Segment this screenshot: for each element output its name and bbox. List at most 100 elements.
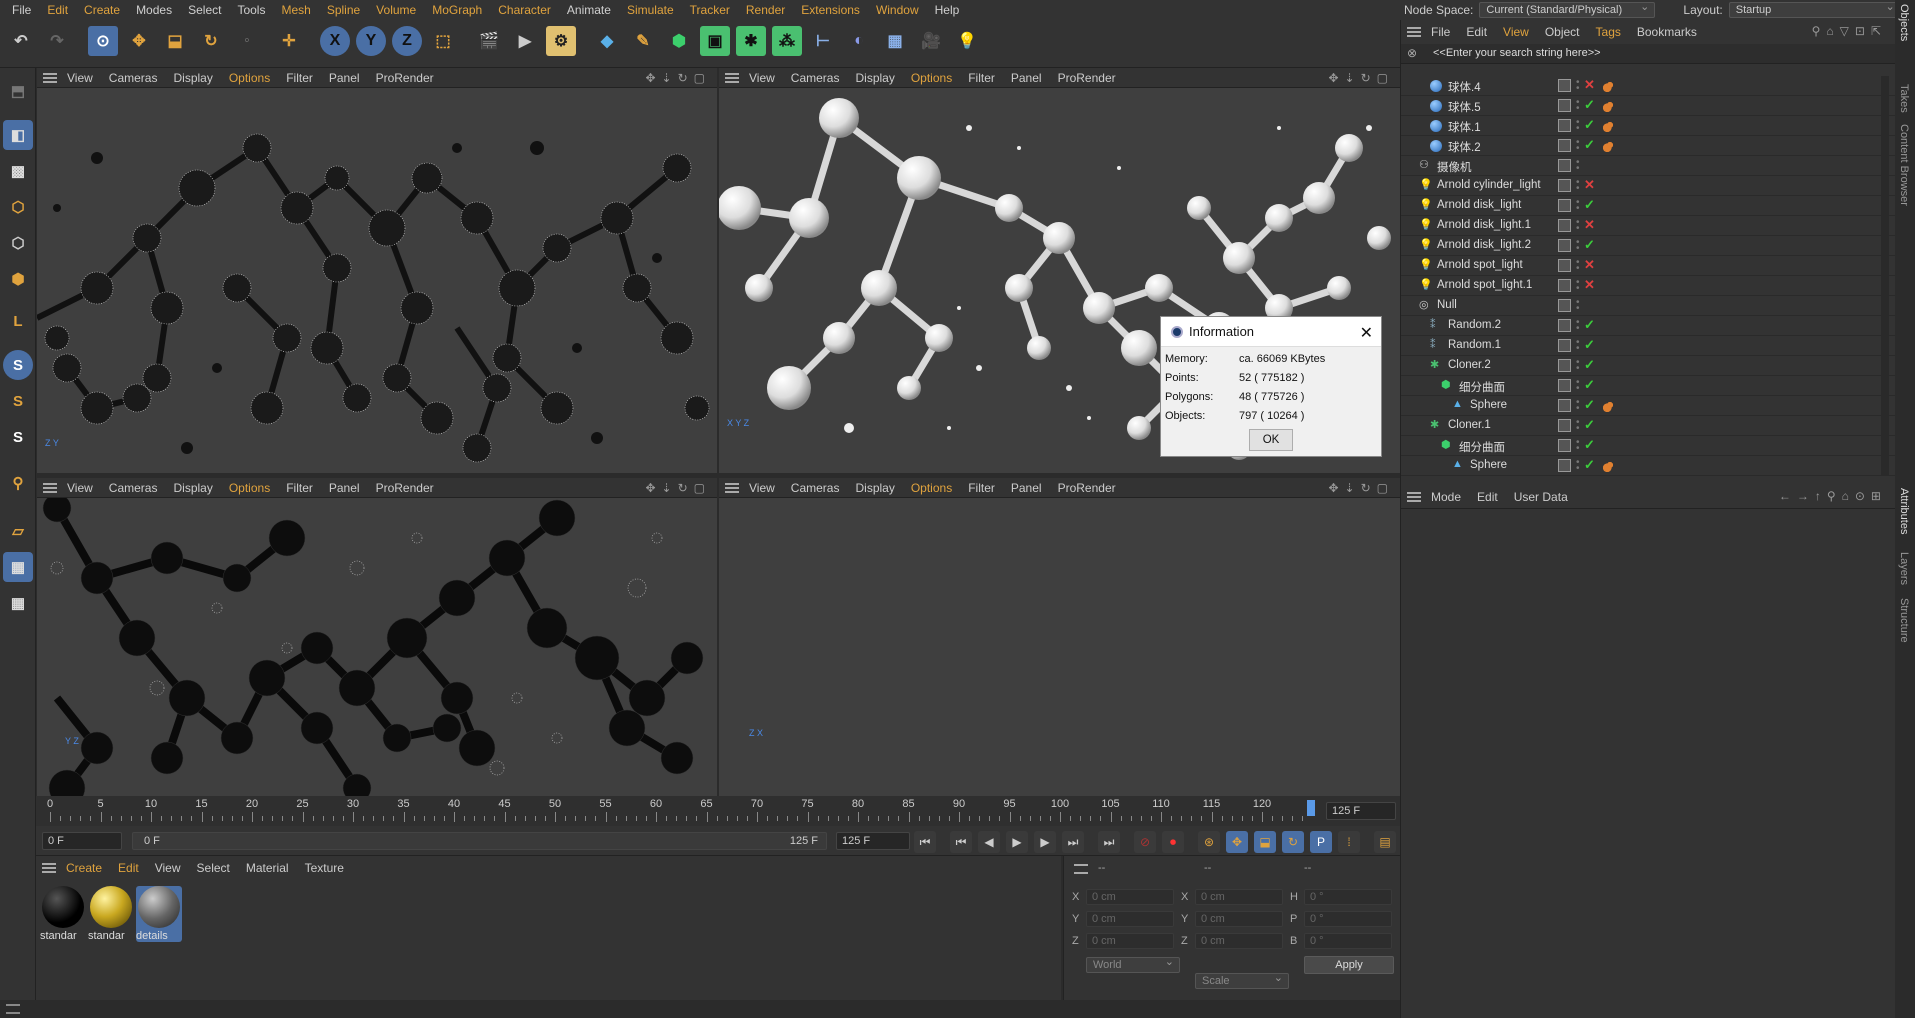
vp-menu-panel[interactable]: Panel (329, 481, 360, 495)
tab-objects[interactable]: Objects (1898, 4, 1910, 41)
timeline-playhead[interactable] (1307, 800, 1315, 816)
render-view-icon[interactable]: 🎬 (474, 26, 504, 56)
object-list-scrollbar[interactable] (1881, 76, 1889, 476)
viewport-top-left[interactable]: View Cameras Display Options Filter Pane… (37, 68, 717, 473)
vp-menu-display[interactable]: Display (855, 481, 894, 495)
end-frame-field[interactable]: 125 F (1326, 802, 1396, 820)
object-name[interactable]: Arnold disk_light.1 (1437, 219, 1531, 231)
obj-menu-bookmarks[interactable]: Bookmarks (1637, 25, 1697, 39)
rotation-p-field[interactable]: 0 ° (1304, 911, 1392, 927)
points-mode-icon[interactable]: ⬡ (3, 192, 33, 222)
viewport-nav-icons[interactable]: ✥⇣↻▢ (645, 481, 711, 495)
menu-simulate[interactable]: Simulate (619, 0, 682, 20)
menu-tracker[interactable]: Tracker (682, 0, 738, 20)
disabled-x-icon[interactable]: ✕ (1584, 77, 1595, 93)
enabled-check-icon[interactable]: ✓ (1584, 417, 1595, 433)
viewport-nav-icons[interactable]: ✥⇣↻▢ (1328, 481, 1394, 495)
menu-render[interactable]: Render (738, 0, 793, 20)
object-name[interactable]: 摄像机 (1437, 159, 1472, 175)
snap-icon[interactable]: S (3, 350, 33, 380)
next-key-icon[interactable]: ⏭ (1062, 831, 1084, 853)
vp-menu-filter[interactable]: Filter (968, 481, 995, 495)
vp-menu-prorender[interactable]: ProRender (1058, 481, 1116, 495)
layer-checkbox[interactable] (1558, 339, 1571, 352)
rotate-tool-icon[interactable]: ↻ (196, 26, 226, 56)
key-position-icon[interactable]: ✥ (1226, 831, 1248, 853)
object-search-bar[interactable]: ⊗ <<Enter your search string here>> (1401, 44, 1896, 64)
object-name[interactable]: Arnold disk_light.2 (1437, 239, 1531, 251)
visibility-dots-icon[interactable]: • • (1576, 318, 1580, 334)
vp-menu-filter[interactable]: Filter (286, 481, 313, 495)
texture-mode-icon[interactable]: ▩ (3, 156, 33, 186)
object-row[interactable]: 球体.2 • • ✓ (1401, 136, 1896, 156)
workplane-icon[interactable]: ▱ (3, 516, 33, 546)
array-icon[interactable]: ⁂ (772, 26, 802, 56)
layer-checkbox[interactable] (1558, 79, 1571, 92)
coord-system-dropdown[interactable]: World (1086, 955, 1180, 973)
vp-menu-display[interactable]: Display (855, 71, 894, 85)
key-pla-icon[interactable]: ⁞ (1338, 831, 1360, 853)
recent-tool-icon[interactable]: ◦ (232, 26, 262, 56)
node-space-dropdown[interactable]: Current (Standard/Physical) (1479, 0, 1656, 18)
enabled-check-icon[interactable]: ✓ (1584, 197, 1595, 213)
subdivision-icon[interactable]: ⬢ (664, 26, 694, 56)
enabled-check-icon[interactable]: ✓ (1584, 397, 1595, 413)
menu-window[interactable]: Window (868, 0, 927, 20)
max-frame-field[interactable]: 125 F (836, 832, 910, 850)
enabled-check-icon[interactable]: ✓ (1584, 357, 1595, 373)
model-mode-icon[interactable]: ◧ (3, 120, 33, 150)
object-row[interactable]: 球体.4 • • ✕ (1401, 76, 1896, 96)
position-y-field[interactable]: 0 cm (1086, 911, 1174, 927)
object-row[interactable]: ⁑ Random.2 • • ✓ (1401, 316, 1896, 336)
object-name[interactable]: Cloner.1 (1448, 419, 1491, 431)
enabled-check-icon[interactable]: ✓ (1584, 97, 1595, 113)
material-tag-icon[interactable] (1603, 458, 1617, 472)
object-name[interactable]: Null (1437, 299, 1457, 311)
menu-create[interactable]: Create (76, 0, 128, 20)
undo-icon[interactable]: ↶ (6, 26, 36, 56)
layer-checkbox[interactable] (1558, 179, 1571, 192)
visibility-dots-icon[interactable]: • • (1576, 178, 1580, 194)
object-hamburger-icon[interactable] (1407, 27, 1421, 37)
layer-checkbox[interactable] (1558, 379, 1571, 392)
key-parameter-icon[interactable]: P (1310, 831, 1332, 853)
visibility-dots-icon[interactable]: • • (1576, 378, 1580, 394)
visibility-dots-icon[interactable]: • • (1576, 158, 1580, 174)
tab-layers[interactable]: Layers (1898, 552, 1910, 585)
timeline-ruler[interactable]: 0 5 10 15 20 25 30 35 40 45 50 55 60 65 70 75 80 85 90 95 10… (36, 796, 1400, 826)
object-name[interactable]: Cloner.2 (1448, 359, 1491, 371)
object-row[interactable]: ✱ Cloner.1 • • ✓ (1401, 416, 1896, 436)
object-name[interactable]: 球体.1 (1448, 119, 1481, 135)
vp-menu-options[interactable]: Options (229, 481, 270, 495)
viewport-hamburger-icon[interactable] (43, 72, 57, 83)
visibility-dots-icon[interactable]: • • (1576, 238, 1580, 254)
status-hamburger-icon[interactable] (6, 1004, 20, 1014)
visibility-dots-icon[interactable]: • • (1576, 258, 1580, 274)
timeline-window-icon[interactable]: ▤ (1374, 831, 1396, 853)
object-name[interactable]: Arnold cylinder_light (1437, 179, 1541, 191)
object-name[interactable]: Arnold disk_light (1437, 199, 1521, 211)
enabled-check-icon[interactable]: ✓ (1584, 117, 1595, 133)
vp-menu-panel[interactable]: Panel (1011, 71, 1042, 85)
pen-spline-icon[interactable]: ✎ (628, 26, 658, 56)
object-row[interactable]: 💡 Arnold disk_light • • ✓ (1401, 196, 1896, 216)
vp-menu-panel[interactable]: Panel (1011, 481, 1042, 495)
visibility-dots-icon[interactable]: • • (1576, 218, 1580, 234)
enabled-check-icon[interactable]: ✓ (1584, 337, 1595, 353)
attr-hamburger-icon[interactable] (1407, 491, 1421, 502)
coords-hamburger-icon[interactable] (1074, 864, 1088, 874)
position-z-field[interactable]: 0 cm (1086, 933, 1174, 949)
visibility-dots-icon[interactable]: • • (1576, 358, 1580, 374)
vp-menu-cameras[interactable]: Cameras (791, 71, 840, 85)
object-row[interactable]: ✱ Cloner.2 • • ✓ (1401, 356, 1896, 376)
menu-file[interactable]: File (4, 0, 39, 20)
layer-checkbox[interactable] (1558, 99, 1571, 112)
object-row[interactable]: ⁑ Random.1 • • ✓ (1401, 336, 1896, 356)
visibility-dots-icon[interactable]: • • (1576, 78, 1580, 94)
polygons-mode-icon[interactable]: ⬢ (3, 264, 33, 294)
visibility-dots-icon[interactable]: • • (1576, 138, 1580, 154)
render-picture-viewer-icon[interactable]: ▶ (510, 26, 540, 56)
viewport-bottom-left[interactable]: View Cameras Display Options Filter Pane… (37, 478, 717, 796)
tab-attributes[interactable]: Attributes (1898, 488, 1910, 534)
object-row[interactable]: ⬢ 细分曲面 • • ✓ (1401, 436, 1896, 456)
